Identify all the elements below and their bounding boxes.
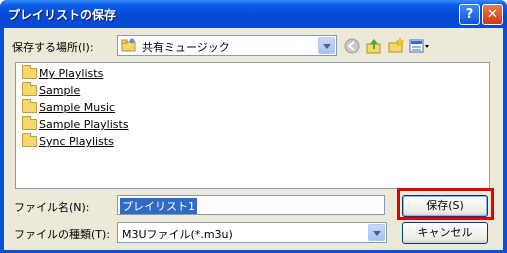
save-location-value: 共有ミュージック: [142, 41, 230, 54]
dialog-title: プレイリストの保存: [8, 8, 117, 22]
folder-icon: [22, 99, 37, 113]
save-playlist-dialog: プレイリストの保存 ? ✕ 保存する場所(I): 共有ミュージック My Pla…: [0, 0, 507, 253]
shared-folder-icon: [121, 37, 137, 53]
folder-icon: [22, 82, 37, 96]
file-type-select[interactable]: M3Uファイル(*.m3u): [117, 222, 387, 243]
chevron-down-icon[interactable]: [368, 224, 385, 241]
list-item-label: Sync Playlists: [39, 135, 114, 148]
chevron-down-icon[interactable]: [318, 37, 335, 54]
folder-icon: [22, 133, 37, 147]
save-location-combo[interactable]: 共有ミュージック: [117, 35, 337, 56]
view-menu-icon[interactable]: [409, 37, 431, 55]
cancel-button[interactable]: キャンセル: [402, 222, 488, 244]
file-name-input[interactable]: プレイリスト1: [117, 195, 385, 215]
file-name-label: ファイル名(N):: [14, 201, 90, 214]
folder-icon: [22, 116, 37, 130]
new-folder-icon[interactable]: [387, 37, 405, 55]
file-list[interactable]: My Playlists Sample Sample Music Sample …: [15, 62, 490, 189]
list-item-label: Sample Playlists: [39, 118, 129, 131]
folder-icon: [22, 65, 37, 79]
save-button-highlight: [397, 188, 494, 220]
list-item-label: My Playlists: [39, 67, 104, 80]
file-type-label: ファイルの種類(T):: [14, 228, 111, 241]
help-button[interactable]: ?: [459, 4, 480, 25]
close-button[interactable]: ✕: [482, 4, 503, 25]
list-item-label: Sample: [39, 84, 81, 97]
file-name-value: プレイリスト1: [120, 198, 197, 214]
up-folder-icon[interactable]: [365, 37, 383, 55]
save-location-label: 保存する場所(I):: [12, 41, 94, 54]
file-type-value: M3Uファイル(*.m3u): [122, 228, 233, 241]
list-item-label: Sample Music: [39, 101, 116, 114]
title-bar[interactable]: プレイリストの保存 ? ✕: [0, 0, 507, 28]
back-icon[interactable]: [343, 37, 361, 55]
